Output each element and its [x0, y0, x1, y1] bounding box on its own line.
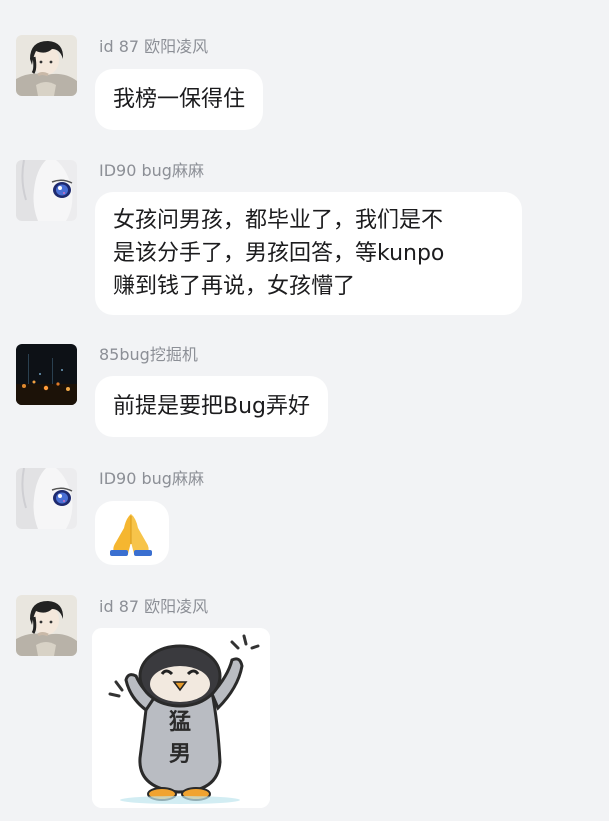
- sticker-text: 猛: [169, 709, 192, 735]
- message-text: 女孩问男孩，都毕业了，我们是不 是该分手了，男孩回答，等kunpo 赚到钱了再说…: [113, 208, 445, 299]
- folded-hands-icon: [110, 514, 152, 556]
- anime-girl-avatar[interactable]: [16, 160, 77, 221]
- anime-girl-avatar[interactable]: [16, 468, 77, 529]
- message-text: 前提是要把Bug弄好: [113, 394, 311, 419]
- sender-name: id 87 欧阳凌风: [99, 37, 209, 56]
- sender-name: id 87 欧阳凌风: [99, 597, 209, 616]
- sender-name: ID90 bug麻麻: [99, 469, 204, 488]
- anime-boy-avatar[interactable]: [16, 35, 77, 96]
- message-bubble[interactable]: [95, 501, 169, 565]
- sticker-text: 男: [169, 741, 192, 767]
- message-text: 我榜一保得住: [113, 87, 246, 112]
- night-city-avatar[interactable]: [16, 344, 77, 405]
- message-bubble[interactable]: 我榜一保得住: [95, 69, 264, 130]
- chat-window: id 87 欧阳凌风 我榜一保得住 ID90 bug麻麻 女孩问男孩，都毕业了，…: [0, 0, 609, 821]
- message-bubble[interactable]: 女孩问男孩，都毕业了，我们是不 是该分手了，男孩回答，等kunpo 赚到钱了再说…: [95, 192, 522, 315]
- anime-boy-avatar[interactable]: [16, 595, 77, 656]
- penguin-sticker[interactable]: 猛 男: [92, 628, 270, 808]
- sender-name: ID90 bug麻麻: [99, 161, 204, 180]
- message-bubble[interactable]: 前提是要把Bug弄好: [95, 376, 329, 437]
- sender-name: 85bug挖掘机: [99, 345, 198, 364]
